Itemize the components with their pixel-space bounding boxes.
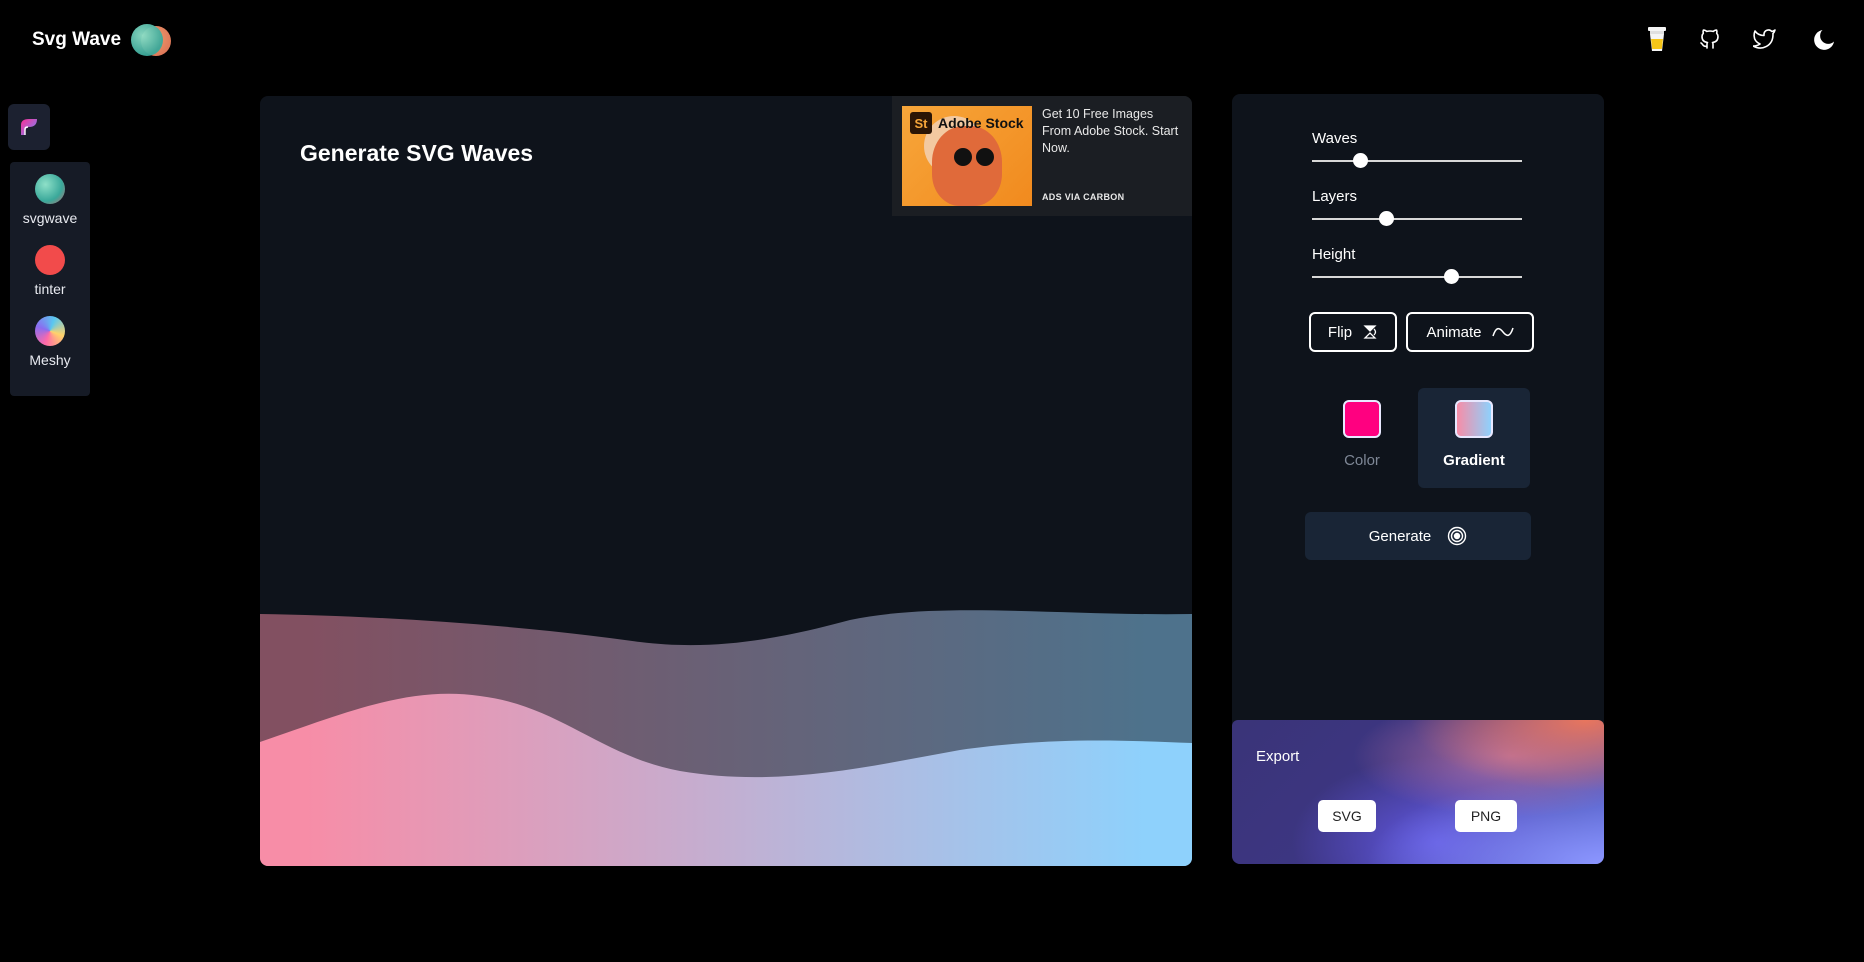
generate-button[interactable]: Generate [1305,512,1531,560]
wave-icon [1491,327,1514,337]
color-swatch[interactable] [1343,400,1381,438]
export-section: Export SVG PNG [1232,720,1604,864]
app-switcher-icon [21,119,37,135]
export-png-button[interactable]: PNG [1455,800,1517,832]
gradient-swatch[interactable] [1455,400,1493,438]
height-slider-group: Height [1312,246,1524,284]
app-item-meshy[interactable]: Meshy [10,316,90,387]
waves-label: Waves [1312,130,1358,147]
svgwave-app-icon [35,174,65,204]
ad-brand: Adobe Stock [938,115,1024,131]
control-panel: Waves Layers Height Flip Animate Color G… [1232,94,1604,864]
tinter-app-icon [35,245,65,275]
app-label: Meshy [29,352,71,368]
layers-slider-group: Layers [1312,188,1524,226]
ad-image: St Adobe Stock [902,106,1032,206]
export-title: Export [1256,748,1300,765]
gradient-mode-option[interactable]: Gradient [1418,388,1530,488]
header-actions [0,22,1864,62]
app-switcher-button[interactable] [8,104,50,150]
ad-text: Get 10 Free Images From Adobe Stock. Sta… [1042,107,1179,155]
twitter-icon[interactable] [1748,22,1782,56]
flip-button[interactable]: Flip [1309,312,1397,352]
meshy-app-icon [35,316,65,346]
flip-label: Flip [1327,323,1353,341]
moon-icon[interactable] [1808,22,1842,56]
app-label: tinter [34,281,66,297]
app-item-tinter[interactable]: tinter [10,245,90,316]
github-icon[interactable] [1693,22,1727,56]
ad-banner[interactable]: St Adobe Stock Get 10 Free Images From A… [892,96,1192,216]
animate-button[interactable]: Animate [1406,312,1534,352]
flip-icon [1363,325,1377,339]
wave-canvas: Generate SVG Waves St Adobe Stock Get 10… [260,96,1192,866]
layers-label: Layers [1312,188,1358,205]
layers-slider-thumb[interactable] [1378,211,1394,226]
color-mode-option[interactable]: Color [1306,388,1418,488]
export-svg-button[interactable]: SVG [1318,800,1376,832]
coffee-icon[interactable] [1640,22,1674,56]
ad-badge: St [910,112,932,134]
waves-slider-thumb[interactable] [1353,153,1369,168]
target-icon [1448,526,1467,546]
height-slider-thumb[interactable] [1443,269,1459,284]
layers-slider-track[interactable] [1312,218,1522,220]
gradient-label: Gradient [1443,452,1505,469]
height-slider-track[interactable] [1312,276,1522,278]
waves-slider-track[interactable] [1312,160,1522,162]
animate-label: Animate [1426,323,1482,341]
app-list: svgwave tinter Meshy [10,162,90,396]
app-label: svgwave [22,210,78,226]
waves-slider-group: Waves [1312,130,1524,168]
ad-via-link[interactable]: ADS VIA CARBON [1042,189,1124,206]
app-item-svgwave[interactable]: svgwave [10,174,90,245]
height-label: Height [1312,246,1356,263]
color-label: Color [1344,452,1380,469]
generate-label: Generate [1368,527,1432,545]
